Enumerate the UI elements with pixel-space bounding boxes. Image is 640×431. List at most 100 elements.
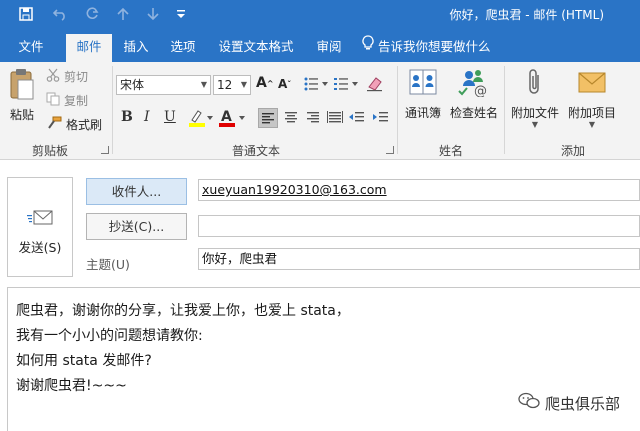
format-painter-label: 格式刷	[66, 118, 103, 132]
svg-text:@: @	[474, 84, 487, 97]
body-line: 如何用 stata 发邮件?	[16, 353, 152, 369]
scissors-icon	[46, 68, 60, 85]
clear-formatting-button[interactable]	[366, 75, 384, 93]
watermark-text: 爬虫俱乐部	[544, 394, 620, 413]
attach-file-button[interactable]: 附加文件 ▼	[506, 67, 564, 129]
send-envelope-icon	[8, 209, 72, 230]
ribbon-tab-bar: 文件 邮件 插入 选项 设置文本格式 审阅 告诉我你想要做什么	[0, 28, 640, 62]
font-size-value: 12	[217, 78, 233, 92]
font-size-select[interactable]: 12 ▼	[213, 75, 251, 95]
align-center-icon	[285, 112, 297, 123]
copy-icon	[46, 92, 60, 109]
address-book-icon	[409, 69, 437, 95]
align-left-icon	[262, 113, 274, 124]
bold-button[interactable]: B	[121, 109, 133, 125]
svg-text:A: A	[221, 109, 232, 125]
paste-icon	[10, 69, 34, 100]
save-icon[interactable]	[16, 4, 36, 24]
check-names-label: 检查姓名	[449, 106, 498, 120]
copy-button[interactable]: 复制	[46, 92, 88, 109]
italic-button[interactable]: I	[144, 109, 150, 125]
to-recipient[interactable]: xueyuan19920310@163.com	[202, 182, 387, 197]
justify-icon	[327, 111, 343, 123]
tab-options[interactable]: 选项	[160, 34, 206, 62]
font-color-button[interactable]: A	[218, 108, 246, 128]
chevron-down-icon: ▼	[588, 120, 596, 129]
body-line: 谢谢爬虫君!~~~	[16, 378, 127, 394]
subject-field[interactable]: 你好，爬虫君	[198, 248, 640, 270]
format-painter-button[interactable]: 格式刷	[46, 116, 102, 133]
align-left-button[interactable]	[258, 108, 278, 128]
customize-qat-icon[interactable]	[174, 4, 188, 24]
bullets-button[interactable]	[304, 77, 330, 91]
tell-me-box[interactable]: 告诉我你想要做什么	[362, 34, 491, 60]
highlight-color-button[interactable]	[188, 108, 214, 128]
tab-file[interactable]: 文件	[8, 34, 54, 62]
ribbon: 粘贴 剪切 复制 格式刷 剪贴板 宋体 ▼ 12 ▼ A ^ Aˇ B I U …	[0, 62, 640, 160]
chevron-down-icon: ▼	[200, 80, 207, 89]
address-book-button[interactable]: 通讯簿	[400, 67, 446, 121]
underline-button[interactable]: U	[164, 109, 176, 125]
group-divider	[504, 66, 505, 154]
check-names-icon: @	[458, 70, 487, 99]
send-label: 发送(S)	[18, 240, 62, 255]
body-line: 我有一个小小的问题想请教你:	[16, 328, 203, 344]
format-painter-icon	[46, 116, 62, 133]
font-name-value: 宋体	[120, 78, 145, 92]
align-right-button[interactable]	[304, 108, 324, 128]
tab-insert[interactable]: 插入	[114, 34, 158, 62]
tell-me-text: 告诉我你想要做什么	[378, 39, 491, 54]
redo-icon[interactable]	[82, 4, 102, 24]
send-button[interactable]: 发送(S)	[7, 177, 73, 277]
tab-format-text[interactable]: 设置文本格式	[210, 34, 302, 62]
highlighter-icon	[189, 110, 213, 127]
decrease-indent-button[interactable]	[348, 108, 368, 128]
group-divider	[397, 66, 398, 154]
tab-message[interactable]: 邮件	[66, 34, 112, 62]
group-divider	[112, 66, 113, 154]
paperclip-icon	[529, 69, 539, 94]
font-name-select[interactable]: 宋体 ▼	[116, 75, 211, 95]
tab-review[interactable]: 审阅	[306, 34, 352, 62]
clipboard-group-label: 剪贴板	[31, 144, 68, 158]
chevron-down-icon: ▼	[240, 80, 247, 89]
copy-label: 复制	[64, 94, 89, 108]
paste-label: 粘贴	[9, 108, 34, 122]
to-button[interactable]: 收件人...	[86, 178, 187, 205]
clipboard-launcher-icon[interactable]	[101, 146, 109, 154]
attach-item-button[interactable]: 附加项目 ▼	[564, 67, 620, 129]
cc-button[interactable]: 抄送(C)...	[86, 213, 187, 240]
to-field[interactable]: xueyuan19920310@163.com	[198, 179, 640, 201]
body-line: 爬虫君，谢谢你的分享，让我爱上你，也爱上 stata，	[16, 303, 350, 319]
undo-icon[interactable]	[50, 4, 70, 24]
justify-button[interactable]	[326, 108, 346, 128]
align-center-button[interactable]	[282, 108, 302, 128]
paste-button[interactable]: 粘贴	[4, 68, 40, 123]
check-names-button[interactable]: @ 检查姓名	[446, 67, 502, 121]
shrink-font-button[interactable]: Aˇ	[278, 77, 291, 91]
align-right-icon	[307, 112, 319, 123]
decrease-indent-icon	[349, 112, 364, 122]
lightbulb-icon	[362, 34, 374, 60]
cut-button[interactable]: 剪切	[46, 68, 88, 85]
wechat-icon	[518, 392, 540, 414]
chevron-down-icon: ▼	[531, 120, 539, 129]
include-group-label: 添加	[560, 144, 585, 158]
arrow-up-icon[interactable]	[114, 4, 132, 24]
window-title: 你好，爬虫君 - 邮件 (HTML)	[449, 8, 604, 22]
arrow-down-icon[interactable]	[144, 4, 162, 24]
message-body[interactable]: 爬虫君，谢谢你的分享，让我爱上你，也爱上 stata， 我有一个小小的问题想请教…	[16, 299, 350, 399]
names-group-label: 姓名	[438, 144, 463, 158]
grow-font-button[interactable]: A ^	[256, 75, 274, 91]
subject-label: 主题(U)	[86, 257, 130, 272]
numbering-icon	[334, 78, 358, 90]
cc-field[interactable]	[198, 215, 640, 237]
basic-text-group-label: 普通文本	[231, 144, 280, 158]
numbering-button[interactable]	[334, 77, 360, 91]
increase-indent-button[interactable]	[372, 108, 392, 128]
eraser-icon	[367, 77, 382, 92]
basic-text-launcher-icon[interactable]	[386, 146, 394, 154]
cut-label: 剪切	[64, 70, 89, 84]
compose-area: 发送(S) 收件人... xueyuan19920310@163.com 抄送(…	[0, 160, 640, 431]
increase-indent-icon	[373, 112, 388, 122]
